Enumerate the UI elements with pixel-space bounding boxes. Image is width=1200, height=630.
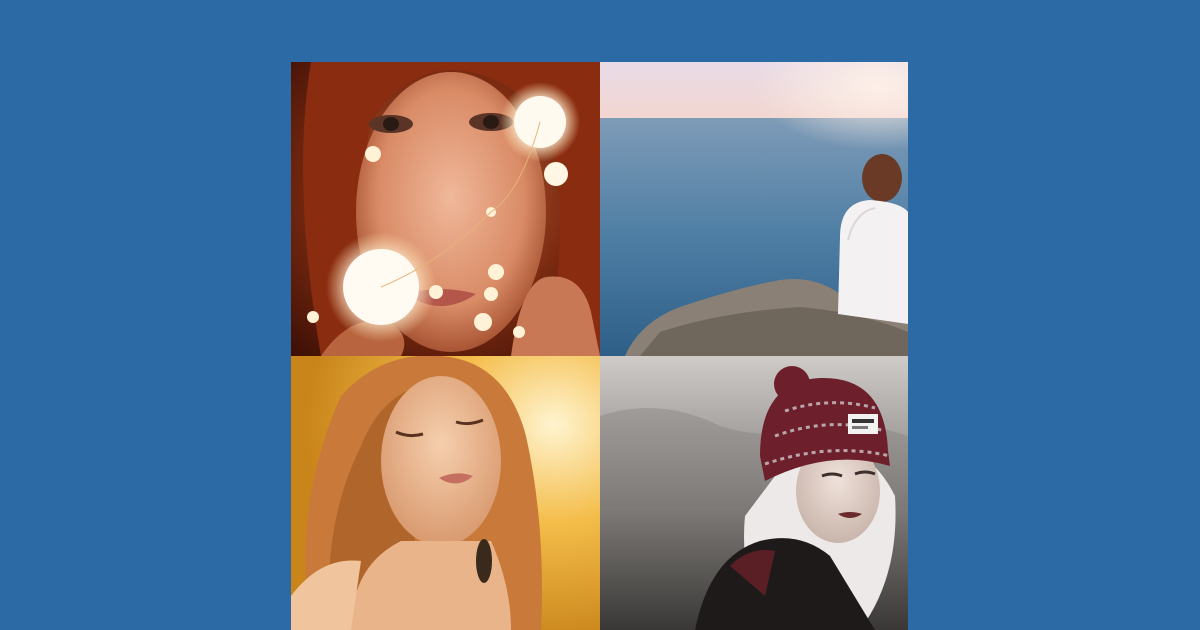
knit-beanie-image bbox=[600, 356, 908, 630]
sea-cliff-image bbox=[600, 62, 908, 356]
page-background bbox=[0, 0, 1200, 630]
photo-fairy-lights bbox=[291, 62, 600, 356]
photo-golden-light bbox=[291, 356, 600, 630]
fairy-lights-image bbox=[291, 62, 600, 356]
photo-sea-cliff bbox=[600, 62, 908, 356]
photo-collage-grid bbox=[291, 62, 908, 630]
golden-light-image bbox=[291, 356, 600, 630]
photo-knit-beanie bbox=[600, 356, 908, 630]
